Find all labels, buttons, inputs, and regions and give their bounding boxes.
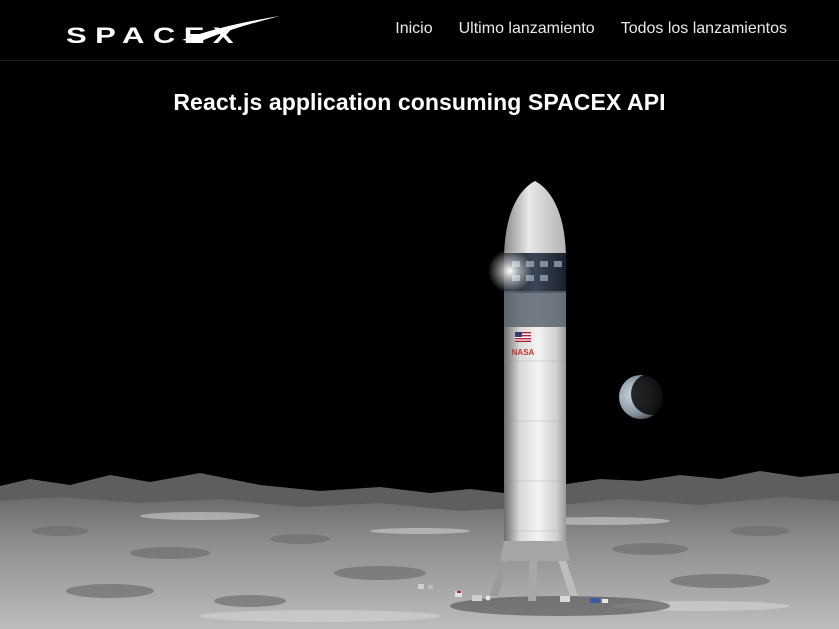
page-title: React.js application consuming SPACEX AP… xyxy=(173,89,666,115)
nasa-badge: NASA xyxy=(512,348,535,357)
us-flag-icon xyxy=(515,332,531,342)
sun-glare xyxy=(488,249,532,293)
hero-image: NASA xyxy=(0,61,839,629)
spacex-logo[interactable]: SPACEX xyxy=(64,14,282,48)
spacex-logo-mark: SPACEX xyxy=(66,16,280,48)
logo-wordmark: SPACEX xyxy=(66,23,242,48)
nav-link-ultimo-lanzamiento[interactable]: Ultimo lanzamiento xyxy=(459,18,595,40)
starship-moon-illustration: NASA xyxy=(0,61,839,629)
nav-links: Inicio Ultimo lanzamiento Todos los lanz… xyxy=(395,18,787,40)
nav-link-inicio[interactable]: Inicio xyxy=(395,18,432,40)
navbar: SPACEX Inicio Ultimo lanzamiento Todos l… xyxy=(0,0,839,61)
page: SPACEX Inicio Ultimo lanzamiento Todos l… xyxy=(0,0,839,629)
nav-link-todos-los-lanzamientos[interactable]: Todos los lanzamientos xyxy=(621,18,787,40)
